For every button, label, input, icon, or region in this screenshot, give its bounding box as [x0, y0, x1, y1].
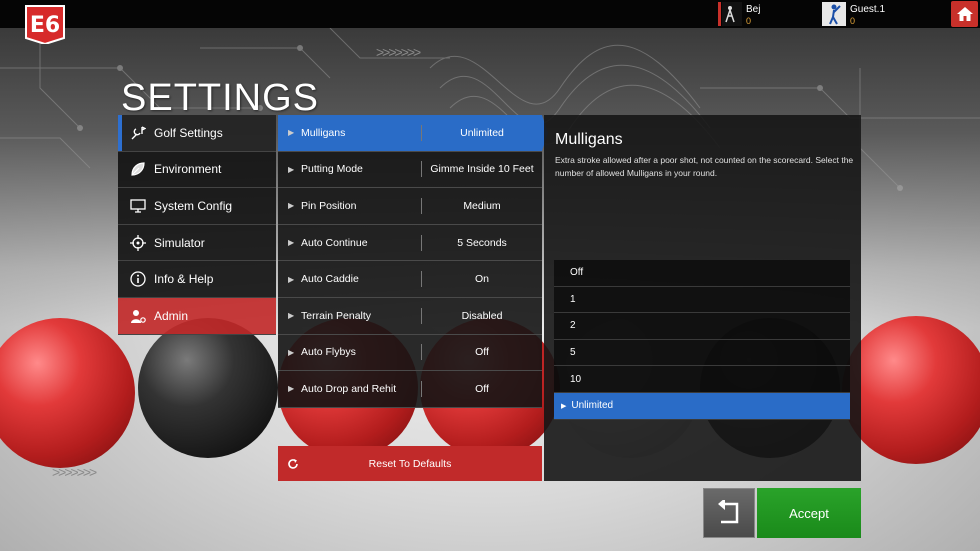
- home-button[interactable]: [951, 1, 978, 27]
- option-label: Unlimited: [571, 400, 614, 412]
- option-unlimited[interactable]: ▶ Unlimited: [554, 392, 850, 420]
- setting-name: Mulligans: [301, 126, 346, 139]
- setting-name: Auto Flybys: [301, 346, 356, 359]
- detail-panel: Mulligans Extra stroke allowed after a p…: [544, 115, 861, 481]
- option-off[interactable]: Off: [554, 260, 850, 287]
- player-name: Bej: [746, 4, 761, 15]
- leaf-icon: [130, 161, 146, 177]
- setting-name: Auto Caddie: [301, 273, 359, 286]
- setting-row-putting-mode[interactable]: ▶ Putting Mode Gimme Inside 10 Feet: [278, 151, 542, 189]
- setting-row-auto-drop-rehit[interactable]: ▶ Auto Drop and Rehit Off: [278, 371, 542, 408]
- detail-description: Extra stroke allowed after a poor shot, …: [555, 155, 854, 178]
- refresh-icon: [278, 458, 308, 470]
- category-menu: Golf Settings Environment System Config …: [118, 115, 276, 335]
- top-bar: E6 Bej 0 Guest.1 0: [0, 0, 980, 46]
- chevron-right-icon: ▶: [561, 402, 567, 410]
- option-label: 10: [570, 373, 582, 385]
- golf-settings-icon: [130, 125, 146, 141]
- chevron-right-icon: ▶: [288, 201, 295, 211]
- reset-label: Reset To Defaults: [368, 457, 452, 470]
- player-score: 0: [746, 16, 752, 26]
- option-5[interactable]: 5: [554, 339, 850, 367]
- accept-button[interactable]: Accept: [757, 488, 861, 538]
- crosshair-icon: [130, 234, 146, 251]
- undo-arrow-icon: [718, 500, 739, 524]
- chevron-right-icon: ▶: [288, 238, 295, 248]
- chevron-right-icon: ▶: [288, 274, 295, 284]
- player-score: 0: [850, 16, 856, 26]
- category-label: System Config: [154, 198, 233, 213]
- option-list: Off 1 2 5 10 ▶ Unlimited: [554, 260, 850, 420]
- setting-value: Off: [475, 382, 489, 395]
- category-simulator[interactable]: Simulator: [118, 224, 276, 262]
- setting-value: Unlimited: [460, 126, 504, 139]
- category-admin[interactable]: Admin: [118, 297, 276, 335]
- option-10[interactable]: 10: [554, 366, 850, 393]
- setting-value: Medium: [463, 199, 501, 212]
- option-label: 2: [570, 320, 576, 332]
- e6-logo: E6: [22, 2, 68, 46]
- category-golf-settings[interactable]: Golf Settings: [118, 115, 276, 152]
- red-golf-ball: [842, 316, 980, 464]
- category-info-help[interactable]: Info & Help: [118, 261, 276, 298]
- setting-row-pin-position[interactable]: ▶ Pin Position Medium: [278, 188, 542, 225]
- setting-value: Off: [475, 346, 489, 359]
- setting-name: Auto Continue: [301, 236, 368, 249]
- setting-name: Putting Mode: [301, 163, 363, 176]
- info-icon: [130, 271, 146, 287]
- category-label: Simulator: [154, 235, 205, 250]
- player-card-1[interactable]: Bej 0: [718, 2, 808, 26]
- player-card-2[interactable]: Guest.1 0: [822, 2, 922, 26]
- admin-user-icon: [130, 308, 146, 324]
- black-golf-ball: [138, 318, 278, 458]
- accept-label: Accept: [789, 505, 829, 521]
- setting-row-mulligans[interactable]: ▶ Mulligans Unlimited: [278, 115, 542, 152]
- back-button[interactable]: [703, 488, 755, 538]
- detail-title: Mulligans: [555, 131, 623, 148]
- home-icon: [956, 7, 973, 21]
- monitor-icon: [130, 198, 146, 214]
- option-label: Off: [570, 267, 584, 279]
- golfer-swing-icon: [822, 2, 846, 26]
- background-chevrons: >>>>>>>: [376, 44, 421, 60]
- setting-name: Terrain Penalty: [301, 309, 372, 322]
- chevron-right-icon: ▶: [288, 311, 295, 321]
- chevron-right-icon: ▶: [288, 384, 295, 394]
- setting-row-auto-caddie[interactable]: ▶ Auto Caddie On: [278, 261, 542, 298]
- chevron-right-icon: ▶: [288, 347, 295, 357]
- e6-logo-icon: E6: [25, 5, 65, 46]
- category-label: Golf Settings: [154, 125, 223, 140]
- setting-name: Auto Drop and Rehit: [301, 382, 397, 395]
- logo-text: E6: [30, 13, 60, 38]
- setting-value: Disabled: [461, 309, 503, 322]
- golfer-flag-icon: [718, 2, 742, 26]
- page-title: SETTINGS: [121, 77, 320, 119]
- category-label: Environment: [154, 162, 222, 177]
- player-name: Guest.1: [850, 4, 886, 15]
- option-label: 5: [570, 347, 576, 359]
- reset-defaults-button[interactable]: Reset To Defaults: [278, 446, 542, 481]
- setting-row-terrain-penalty[interactable]: ▶ Terrain Penalty Disabled: [278, 297, 542, 335]
- category-system-config[interactable]: System Config: [118, 188, 276, 225]
- category-label: Admin: [154, 308, 189, 323]
- setting-value: 5 Seconds: [457, 236, 507, 249]
- setting-row-auto-continue[interactable]: ▶ Auto Continue 5 Seconds: [278, 224, 542, 262]
- category-label: Info & Help: [154, 272, 214, 287]
- setting-value: On: [474, 273, 489, 286]
- option-2[interactable]: 2: [554, 313, 850, 340]
- settings-list: ▶ Mulligans Unlimited ▶ Putting Mode Gim…: [278, 115, 542, 408]
- option-1[interactable]: 1: [554, 286, 850, 314]
- category-environment[interactable]: Environment: [118, 151, 276, 189]
- chevron-right-icon: ▶: [288, 128, 295, 138]
- chevron-right-icon: ▶: [288, 164, 295, 174]
- setting-name: Pin Position: [301, 199, 357, 212]
- setting-value: Gimme Inside 10 Feet: [430, 163, 534, 176]
- setting-row-auto-flybys[interactable]: ▶ Auto Flybys Off: [278, 334, 542, 372]
- option-label: 1: [570, 293, 576, 305]
